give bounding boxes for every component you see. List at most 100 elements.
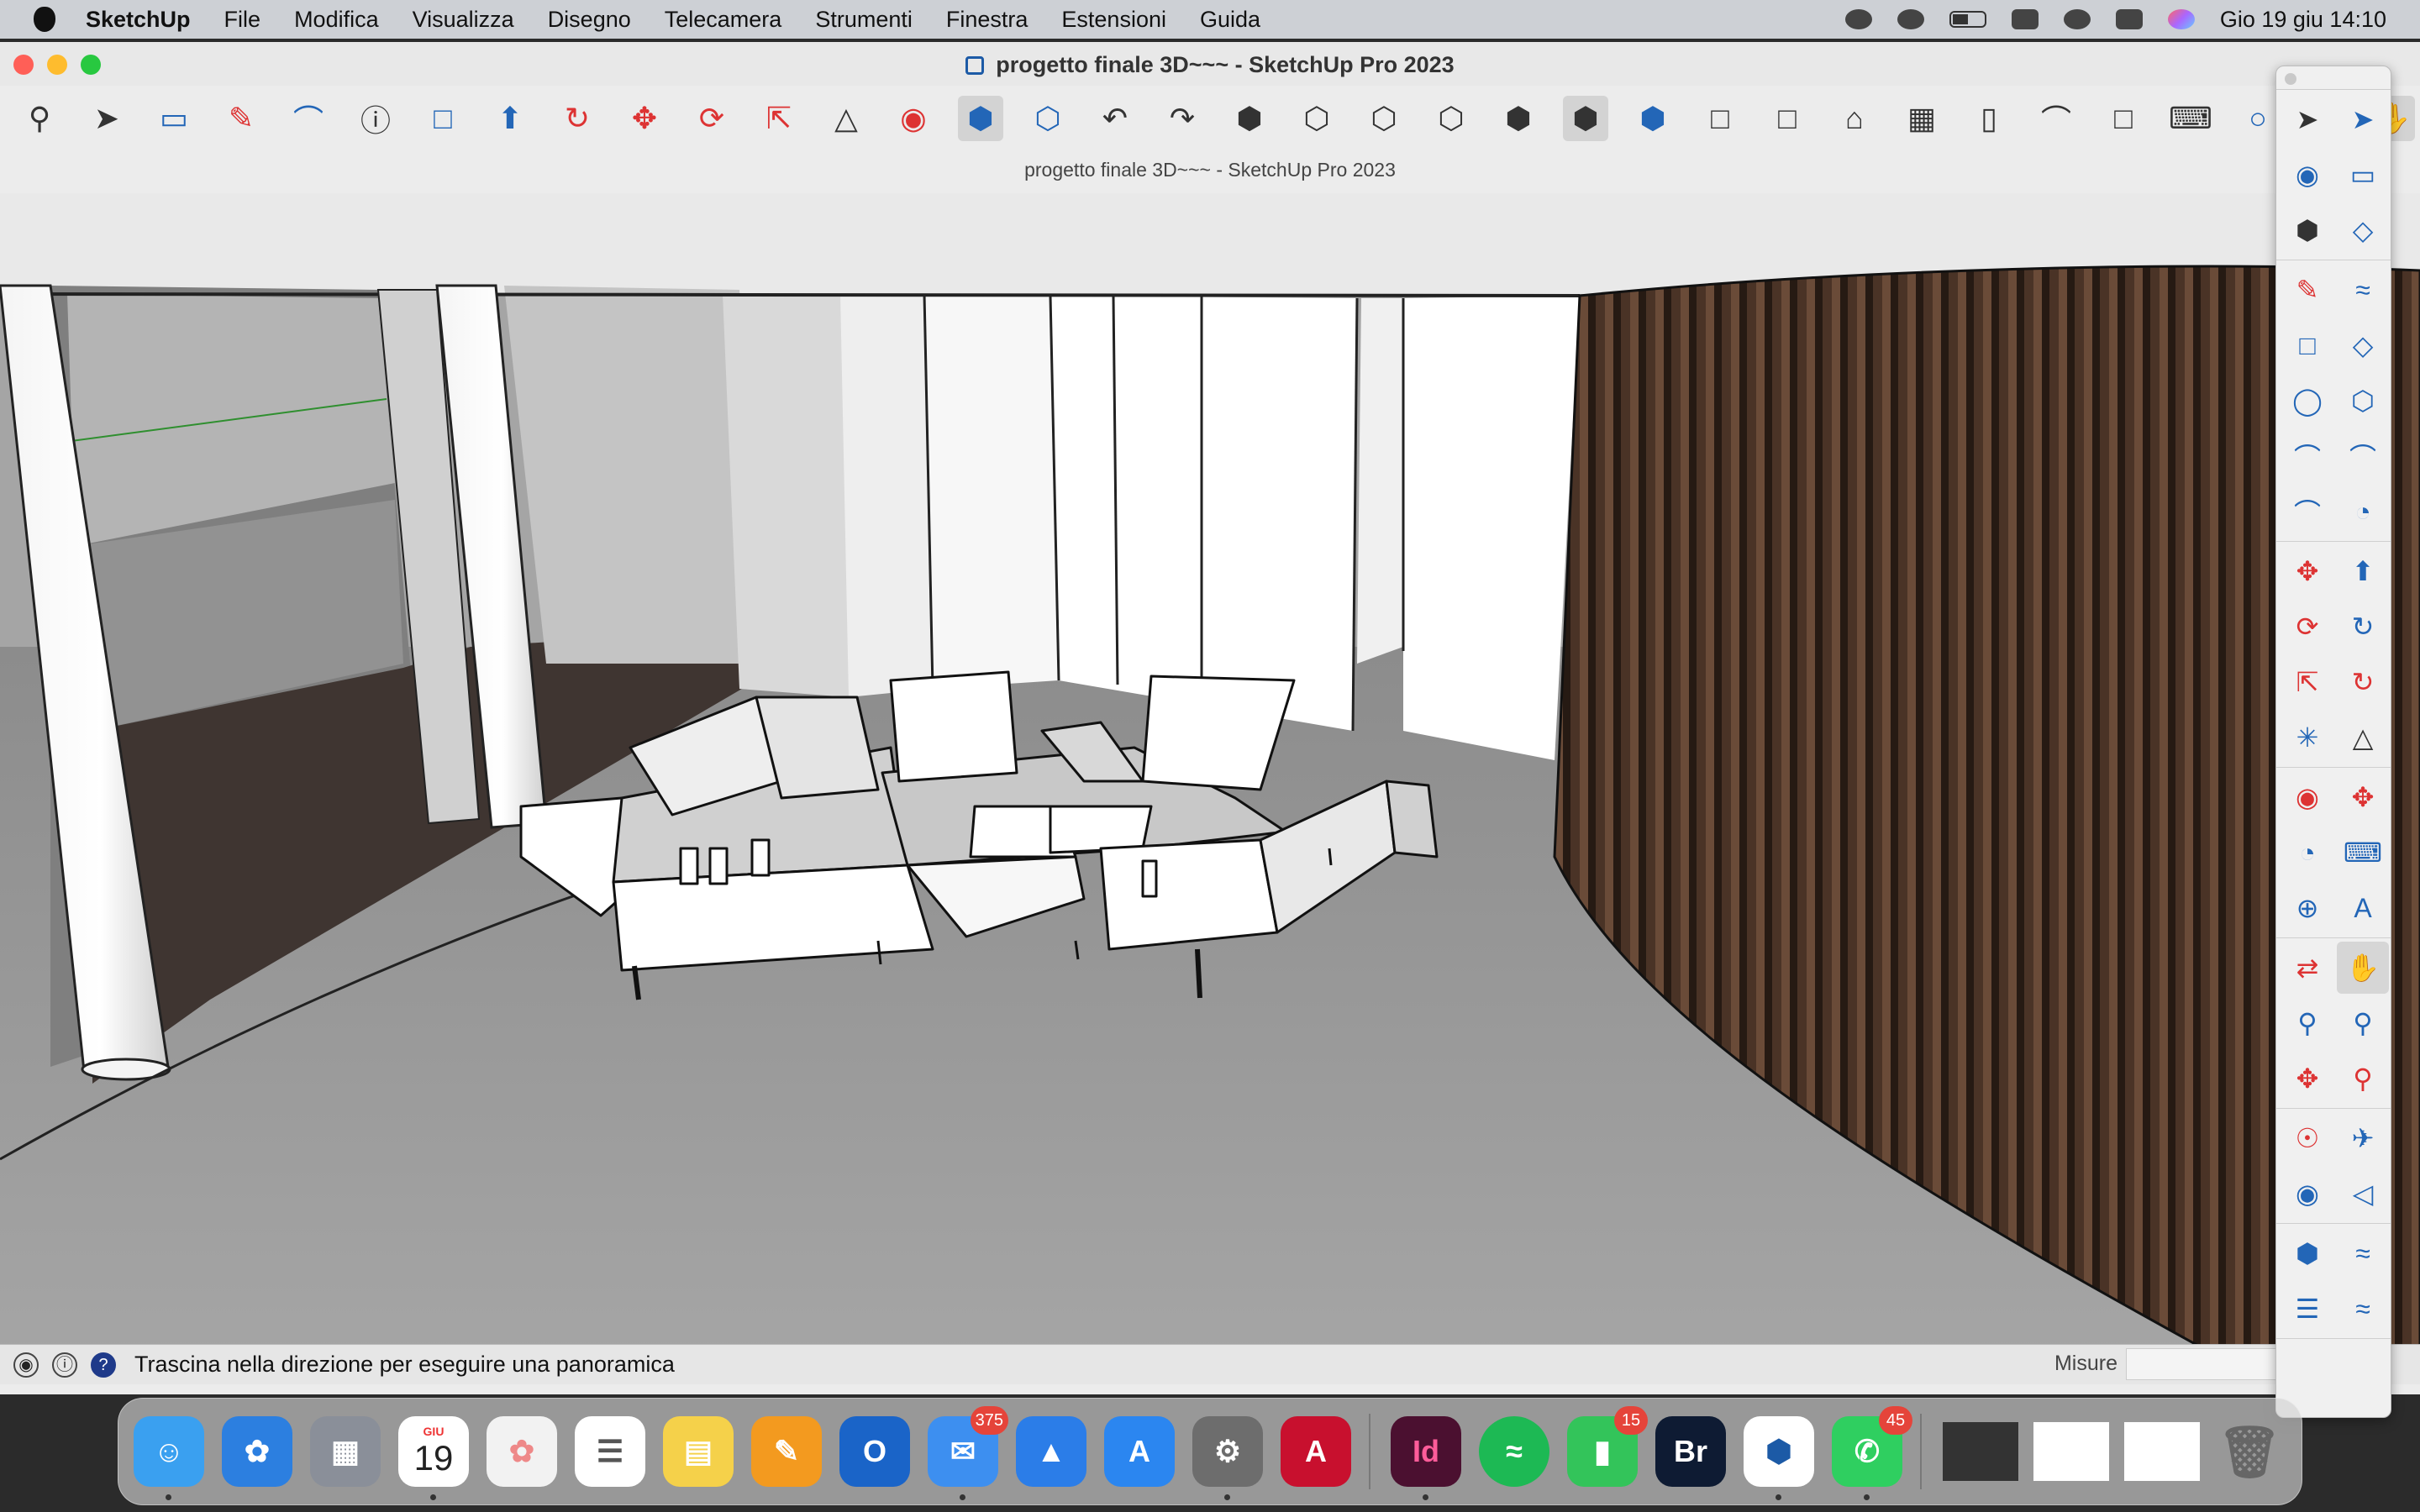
2pt-arc-icon[interactable]: ⌒ — [2337, 430, 2389, 482]
rectangle-icon[interactable]: □ — [2281, 319, 2333, 371]
move-icon[interactable]: ✥ — [622, 96, 667, 141]
dimension-icon[interactable]: ✥ — [2337, 771, 2389, 823]
menu-app-name[interactable]: SketchUp — [86, 7, 191, 33]
lasso-icon[interactable]: ➤ — [2337, 93, 2389, 145]
keynote-icon[interactable]: ▲ — [1016, 1416, 1086, 1487]
component-icon[interactable]: ⬢ — [2281, 204, 2333, 256]
cube-outline-icon[interactable]: □ — [2101, 96, 2146, 141]
wireframe-icon[interactable]: □ — [1765, 96, 1810, 141]
panel-close-icon[interactable] — [2285, 73, 2296, 85]
app-store-icon[interactable]: A — [1104, 1416, 1175, 1487]
rotate-icon[interactable]: ⟳ — [2281, 601, 2333, 653]
indesign-icon[interactable]: Id — [1391, 1416, 1461, 1500]
house-icon[interactable]: ⌂ — [1832, 96, 1877, 141]
whatsapp-icon[interactable]: ✆ 45 — [1832, 1406, 1912, 1500]
layers-icon[interactable]: ☰ — [2281, 1283, 2333, 1335]
styles-icon[interactable]: ≈ — [2337, 1283, 2389, 1335]
flip-icon[interactable]: ✳ — [2281, 711, 2333, 764]
follow-me-icon[interactable]: ↻ — [555, 96, 600, 141]
freehand-icon[interactable]: ≈ — [2337, 264, 2389, 316]
tag-eraser-icon[interactable]: ◇ — [2337, 204, 2389, 256]
menu-visualizza[interactable]: Visualizza — [413, 7, 514, 33]
shaded-icon[interactable]: ⬢ — [1563, 96, 1608, 141]
move-icon[interactable]: ✥ — [2281, 545, 2333, 597]
geo-location-icon[interactable]: ◉ — [13, 1352, 39, 1378]
creative-cloud-icon[interactable] — [1844, 9, 1872, 29]
undo-icon[interactable]: ↶ — [1092, 96, 1138, 141]
door-icon[interactable]: ▯ — [1966, 96, 2012, 141]
line-icon[interactable]: ✎ — [2281, 264, 2333, 316]
wifi-icon[interactable] — [2011, 9, 2039, 29]
zoom-window-icon[interactable]: ⚲ — [2337, 997, 2389, 1049]
minimized-window-bridge[interactable] — [1942, 1421, 2019, 1482]
scale-icon[interactable]: ⇱ — [756, 96, 802, 141]
pages-icon[interactable]: ✎ — [751, 1416, 822, 1487]
position-camera-icon[interactable]: ☉ — [2281, 1112, 2333, 1164]
safari-icon[interactable]: ✿ — [222, 1416, 292, 1487]
minimized-window-1[interactable] — [2033, 1421, 2110, 1482]
autocad-icon[interactable]: A — [1281, 1416, 1351, 1487]
protractor-icon[interactable]: ◔ — [2281, 827, 2333, 879]
notes-icon[interactable]: ▤ — [663, 1416, 734, 1487]
zoom-previous-icon[interactable]: ⚲ — [2337, 1053, 2389, 1105]
reminders-icon[interactable]: ☰ — [575, 1416, 645, 1487]
push-pull-icon[interactable]: ⬆ — [487, 96, 533, 141]
push-pull-icon[interactable]: ⬆ — [2337, 545, 2389, 597]
polygon-icon[interactable]: ⬡ — [2337, 375, 2389, 427]
eraser-icon[interactable]: ▭ — [151, 96, 197, 141]
menu-guida[interactable]: Guida — [1200, 7, 1260, 33]
mail-icon[interactable]: ✉ 375 — [928, 1406, 1008, 1500]
arc-icon[interactable]: ⌒ — [286, 96, 331, 141]
menu-clock[interactable]: Gio 19 giu 14:10 — [2220, 7, 2386, 33]
3pt-arc-icon[interactable]: ⌒ — [2281, 486, 2333, 538]
menu-finestra[interactable]: Finestra — [946, 7, 1028, 33]
3d-viewport[interactable] — [0, 193, 2420, 1384]
orbit-icon[interactable]: ⇄ — [2281, 942, 2333, 994]
apple-menu-icon[interactable] — [34, 7, 55, 32]
help-icon[interactable]: ? — [91, 1352, 116, 1378]
select-icon[interactable]: ➤ — [84, 96, 129, 141]
tape-icon[interactable]: ○ — [2235, 96, 2281, 141]
sandbox-icon[interactable]: ≈ — [2337, 1227, 2389, 1279]
paint-icon[interactable]: ◉ — [2281, 149, 2333, 201]
component-icon[interactable]: ⬢ — [958, 96, 1003, 141]
follow-me-icon[interactable]: ↻ — [2337, 601, 2389, 653]
rotate-icon[interactable]: ⟳ — [689, 96, 734, 141]
rectangle-icon[interactable]: □ — [420, 96, 466, 141]
pie-icon[interactable]: ◔ — [2337, 486, 2389, 538]
stairs-icon[interactable]: ⌒ — [2033, 96, 2079, 141]
arc-icon[interactable]: ⌒ — [2281, 430, 2333, 482]
scale-icon[interactable]: ⇱ — [2281, 656, 2333, 708]
finder-icon[interactable]: ☺ — [134, 1416, 204, 1500]
axes-icon[interactable]: ⊕ — [2281, 882, 2333, 934]
facetime-icon[interactable]: ▮ 15 — [1567, 1406, 1648, 1487]
flip-icon[interactable]: △ — [823, 96, 869, 141]
info-icon[interactable]: ⓘ — [353, 96, 398, 141]
rotated-rectangle-icon[interactable]: ◇ — [2337, 319, 2389, 371]
circle-icon[interactable]: ◯ — [2281, 375, 2333, 427]
sketchup-icon[interactable]: ⬢ — [1744, 1416, 1814, 1500]
credits-icon[interactable]: ⓘ — [52, 1352, 77, 1378]
menu-telecamera[interactable]: Telecamera — [665, 7, 782, 33]
bridge-icon[interactable]: Br — [1655, 1416, 1726, 1487]
system-settings-icon[interactable]: ⚙ — [1192, 1416, 1263, 1500]
photos-icon[interactable]: ✿ — [487, 1416, 557, 1487]
walk-icon[interactable]: ✈ — [2337, 1112, 2389, 1164]
zoom-icon[interactable]: ⚲ — [2281, 997, 2333, 1049]
siri-icon[interactable] — [2167, 9, 2195, 29]
back-view-icon[interactable]: ⬢ — [1496, 96, 1541, 141]
look-around-icon[interactable]: ◉ — [2281, 1168, 2333, 1220]
menu-modifica[interactable]: Modifica — [294, 7, 379, 33]
right-view-icon[interactable]: ⬡ — [1428, 96, 1474, 141]
select-icon[interactable]: ➤ — [2281, 93, 2333, 145]
spotify-icon[interactable]: ≈ — [1479, 1416, 1549, 1487]
menu-strumenti[interactable]: Strumenti — [815, 7, 913, 33]
mirror-icon[interactable]: △ — [2337, 711, 2389, 764]
menu-disegno[interactable]: Disegno — [548, 7, 631, 33]
solid-tools-icon[interactable]: ⬢ — [2281, 1227, 2333, 1279]
battery-icon[interactable] — [1949, 11, 1986, 28]
redo-icon[interactable]: ↷ — [1160, 96, 1205, 141]
section-icon[interactable]: ⬡ — [1025, 96, 1071, 141]
play-icon[interactable] — [1897, 9, 1924, 29]
eraser-icon[interactable]: ▭ — [2337, 149, 2389, 201]
